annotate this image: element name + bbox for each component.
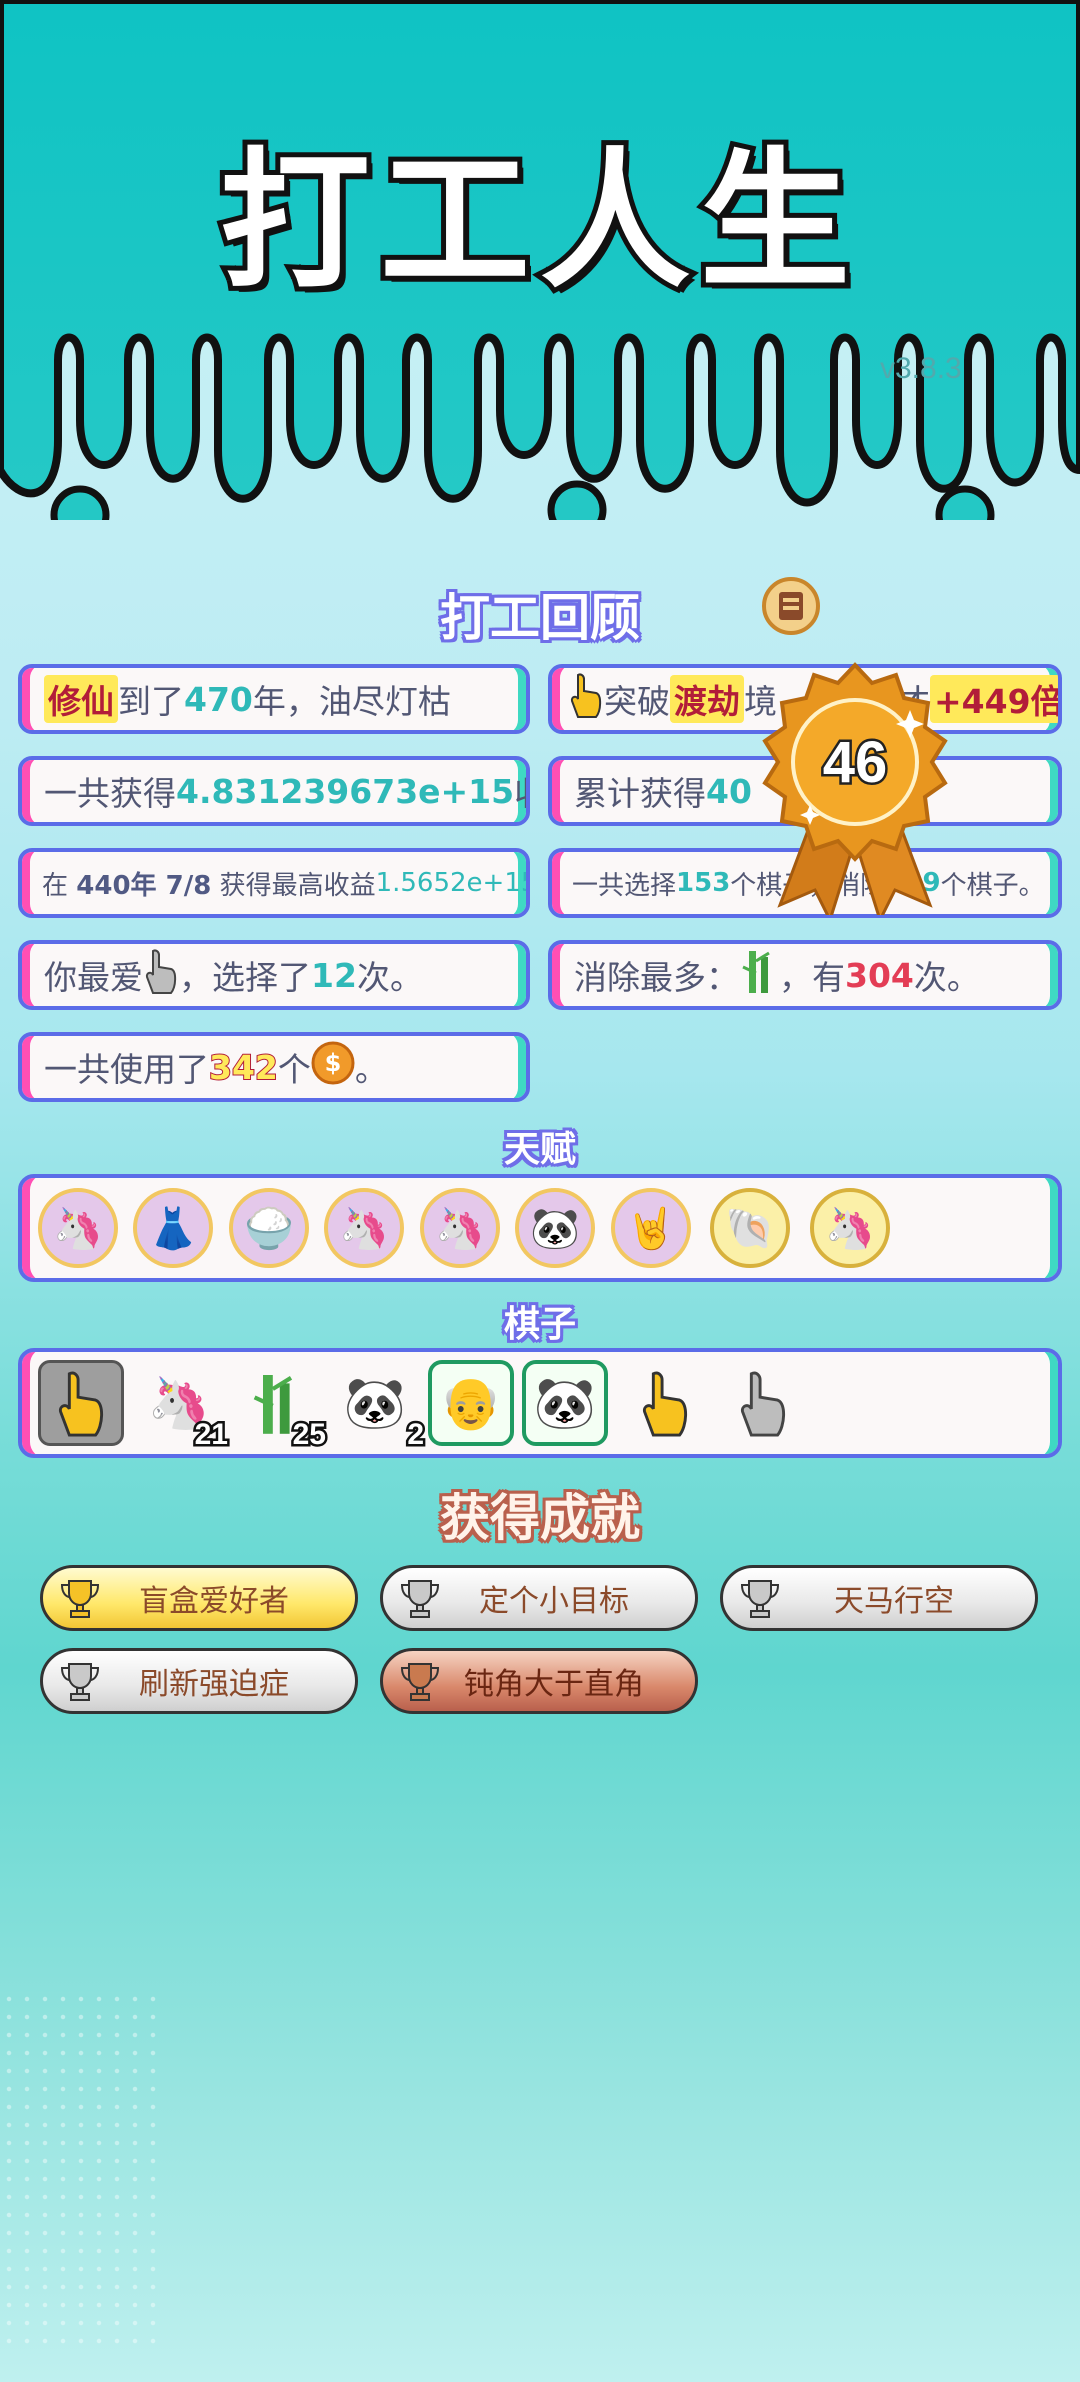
trophy-silver-icon [400, 1580, 440, 1618]
talents-row: 🦄 👗 🍚 🦄 🦄 🐼 🤘 🐚 🦄 [18, 1174, 1062, 1282]
achievement-small-goal[interactable]: 定个小目标 [380, 1565, 698, 1631]
pointing-hand-icon[interactable] [38, 1360, 124, 1446]
achievement-label: 天马行空 [834, 1584, 954, 1619]
medal-level: 46 [823, 730, 888, 795]
realm-highlight: 修仙 [44, 675, 118, 723]
coins-used-value: 342 [208, 1047, 279, 1088]
achievement-label: 盲盒爱好者 [139, 1584, 289, 1619]
coin-icon: $ [311, 1041, 355, 1093]
text: 一共获得 [44, 774, 176, 813]
unicorn-pair-icon[interactable]: 🦄 [38, 1188, 118, 1268]
selected-count: 153 [676, 868, 731, 898]
realm-highlight: 渡劫 [670, 675, 744, 723]
text: 到了 [118, 682, 184, 721]
pointing-hand-icon[interactable] [622, 1360, 708, 1446]
favorite-count: 12 [311, 955, 357, 995]
text: 收益 [514, 767, 526, 815]
text: 你最爱 [44, 958, 143, 997]
text: 年，油尽灯枯 [252, 682, 451, 721]
share-badge-icon[interactable] [761, 576, 821, 636]
text: 。 [354, 1050, 388, 1089]
rock-hand-icon[interactable]: 🤘 [611, 1188, 691, 1268]
version-label: v3.8.3 [880, 352, 962, 385]
text: 累计获得 [574, 774, 706, 813]
svg-text:$: $ [325, 1049, 342, 1077]
trophy-silver-icon [740, 1580, 780, 1618]
review-section-title: 打工回顾 [440, 589, 640, 647]
highest-income-value: 1.5652e+15 [375, 868, 530, 898]
card-most-eliminated: 消除最多： ，有 304 次。 [548, 940, 1062, 1010]
skirt-icon[interactable]: 👗 [133, 1188, 213, 1268]
date-value: 440年 7/8 [76, 870, 212, 901]
achievement-refresh-ocd[interactable]: 刷新强迫症 [40, 1648, 358, 1714]
old-man-icon[interactable]: 👴 [428, 1360, 514, 1446]
panda-icon[interactable]: 🐼 [522, 1360, 608, 1446]
text: ，有 [779, 958, 845, 997]
panda-icon[interactable]: 🐼 [515, 1188, 595, 1268]
trophy-gold-icon [60, 1580, 100, 1618]
talents-section-title: 天赋 [503, 1129, 576, 1170]
card-coins-used: 一共使用了 342 个 $ 。 [18, 1032, 530, 1102]
decorative-dots [0, 1990, 160, 2350]
text: 在 [42, 870, 69, 901]
unicorn-icon[interactable]: 🦄 [324, 1188, 404, 1268]
achievement-label: 刷新强迫症 [139, 1667, 289, 1702]
unicorn-icon[interactable]: 🦄 [810, 1188, 890, 1268]
card-total-income: 一共获得 4.831239673e+15 收益 [18, 756, 530, 826]
income-value: 4.831239673e+15 [176, 771, 515, 811]
text: 一共使用了 [44, 1050, 209, 1089]
panda-icon[interactable]: 🐼 2 [332, 1360, 427, 1454]
text: ，选择了 [179, 958, 311, 997]
achievements-section-title: 获得成就 [440, 1489, 640, 1547]
pieces-section-title: 棋子 [503, 1304, 576, 1345]
piece-count: 2 [405, 1416, 427, 1454]
level-medal: 46 [762, 662, 948, 915]
unicorn-icon[interactable]: 🦄 21 [136, 1360, 231, 1454]
text: 次。 [356, 958, 423, 997]
achievement-unrestrained[interactable]: 天马行空 [720, 1565, 1038, 1631]
text: 一共选择 [572, 870, 677, 901]
unicorn-icon[interactable]: 🦄 [420, 1188, 500, 1268]
text: 获得最高收益 [219, 870, 376, 901]
card-highest-income: 在 440年 7/8 获得最高收益 1.5652e+15 [18, 848, 530, 918]
pieces-row: 🦄 21 25 🐼 2 👴 🐼 [18, 1348, 1062, 1458]
bamboo-icon[interactable]: 25 [234, 1360, 329, 1454]
rice-bowl-icon[interactable]: 🍚 [229, 1188, 309, 1268]
piece-count: 25 [290, 1416, 328, 1454]
achievement-label: 钝角大于直角 [464, 1667, 644, 1702]
achievement-blind-box-lover[interactable]: 盲盒爱好者 [40, 1565, 358, 1631]
eliminated-most-count: 304 [845, 955, 914, 995]
pointing-hand-gray-icon [143, 947, 179, 1003]
trophy-bronze-icon [400, 1663, 440, 1701]
pointing-hand-icon [568, 671, 604, 727]
achievement-label: 定个小目标 [479, 1584, 629, 1619]
text: 消除最多： [574, 958, 739, 997]
card-favorite: 你最爱 ，选择了 12 次。 [18, 940, 530, 1010]
text: 个 [277, 1050, 311, 1089]
pointing-hand-gray-icon[interactable] [720, 1360, 806, 1446]
text: 次。 [913, 958, 980, 997]
bamboo-icon [739, 947, 779, 1003]
card-cultivation: 修仙 到了 470 年，油尽灯枯 [18, 664, 530, 734]
achievement-obtuse-angle[interactable]: 钝角大于直角 [380, 1648, 698, 1714]
years-value: 470 [184, 679, 253, 719]
shell-icon[interactable]: 🐚 [710, 1188, 790, 1268]
piece-count: 21 [192, 1416, 230, 1454]
trophy-silver-icon [60, 1663, 100, 1701]
game-title: 打工人生 [215, 130, 860, 314]
text: 突破 [604, 682, 670, 721]
